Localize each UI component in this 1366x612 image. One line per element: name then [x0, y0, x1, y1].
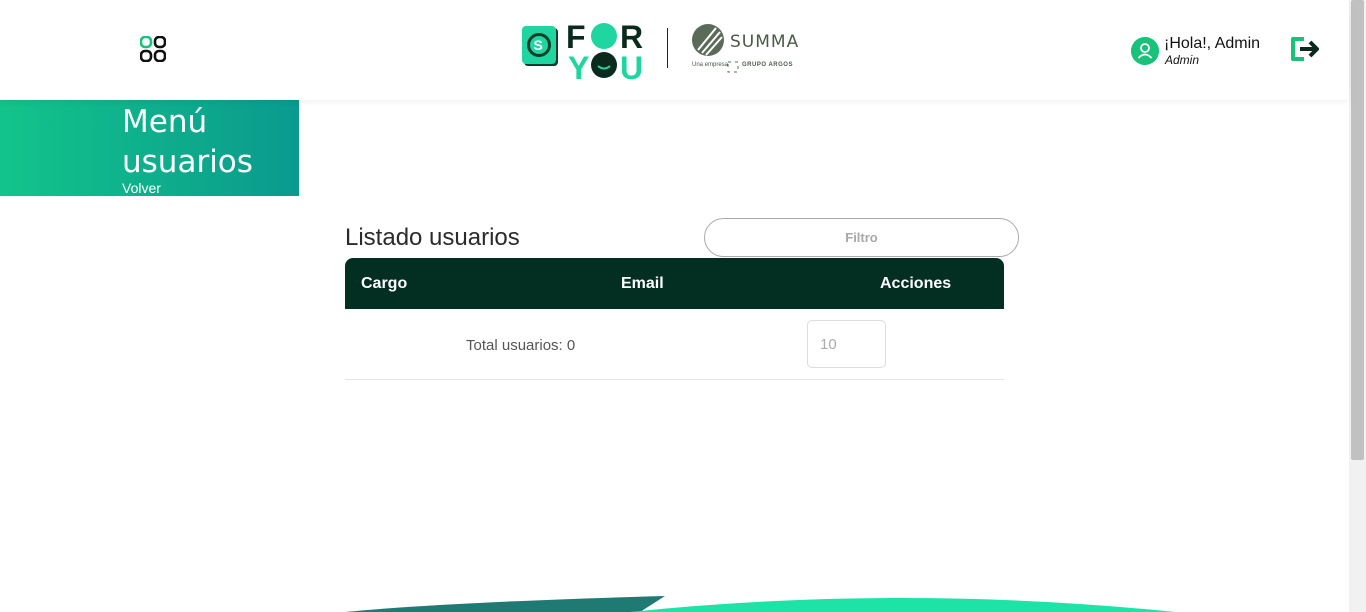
vertical-scrollbar-thumb[interactable]	[1351, 0, 1364, 460]
menu-title: Menú usuarios	[122, 104, 253, 180]
back-link[interactable]: Volver	[122, 180, 161, 196]
user-greeting: ¡Hola!, Admin	[1164, 35, 1261, 52]
menu-banner: Menú usuarios Volver	[0, 100, 299, 196]
list-title: Listado usuarios	[345, 224, 520, 251]
users-table-header: Cargo Email Acciones	[345, 258, 1004, 309]
column-header-cargo[interactable]: Cargo	[361, 275, 407, 293]
grupo-argos-text: GRUPO ARGOS	[742, 62, 793, 68]
svg-text:S: S	[534, 37, 543, 53]
summa-logo-text: SUMMA	[730, 32, 800, 52]
logout-icon[interactable]	[1289, 36, 1321, 62]
summa-subtext: Una empresa	[692, 62, 729, 68]
footer-waves	[345, 596, 1175, 612]
column-header-acciones: Acciones	[880, 275, 952, 292]
table-footer: Total usuarios: 0	[345, 309, 1004, 380]
svg-text:U: U	[620, 50, 643, 82]
user-avatar-icon[interactable]	[1131, 37, 1159, 65]
column-header-email[interactable]: Email	[621, 275, 664, 293]
svg-text:Y: Y	[568, 50, 589, 82]
top-header: S F R Y U SUMMA Una empresa GRUPO ARGOS …	[0, 0, 1349, 100]
filter-input[interactable]	[704, 218, 1019, 257]
user-role: Admin	[1165, 53, 1200, 67]
total-users-label: Total usuarios: 0	[466, 337, 576, 354]
users-page: S F R Y U SUMMA Una empresa GRUPO ARGOS …	[0, 0, 1366, 612]
apps-grid-icon[interactable]	[140, 36, 166, 62]
page-size-input[interactable]	[807, 320, 886, 368]
brand-divider	[667, 28, 668, 68]
